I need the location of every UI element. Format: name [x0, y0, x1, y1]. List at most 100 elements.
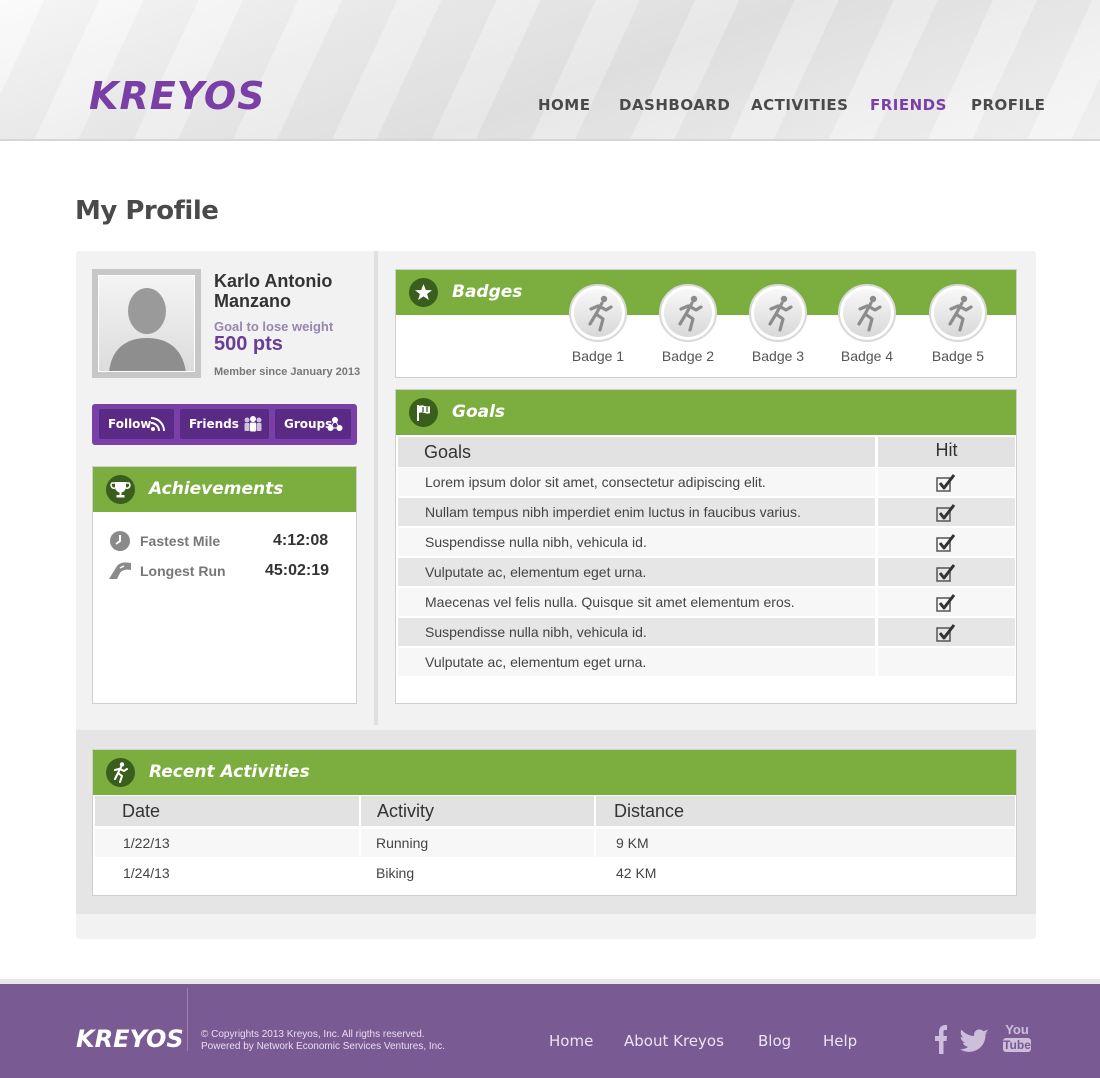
follow-button[interactable]: Follow [99, 409, 174, 439]
runner-badge-icon [659, 284, 717, 342]
badge-label: Badge 5 [931, 348, 985, 364]
goal-row: Suspendisse nulla nibh, vehicula id. [398, 618, 1015, 648]
twitter-icon[interactable] [960, 1024, 990, 1054]
footer-logo[interactable]: KREYOS [76, 1025, 184, 1053]
profile-goal: Goal to lose weight [214, 319, 334, 334]
checkbox-checked-icon [936, 474, 956, 492]
footer-copyright: © Copyrights 2013 Kreyos, Inc. All rigth… [201, 1029, 445, 1053]
clock-icon [110, 531, 130, 551]
recent-activities-header: Recent Activities [93, 750, 1016, 795]
goal-text: Suspendisse nulla nibh, vehicula id. [398, 618, 875, 646]
checkbox-checked-icon [936, 564, 956, 582]
facebook-icon[interactable] [934, 1024, 948, 1054]
copyright-text: © Copyrights 2013 Kreyos, Inc. All rigth… [201, 1029, 425, 1040]
nav-friends[interactable]: FRIENDS [870, 96, 947, 114]
avatar-silhouette-icon [98, 275, 195, 372]
activity-distance: 42 KM [596, 859, 1015, 887]
goal-text: Vulputate ac, elementum eget urna. [398, 648, 875, 676]
checkbox-checked-icon [936, 534, 956, 552]
runner-badge-icon [749, 284, 807, 342]
groups-button[interactable]: Groups [275, 409, 351, 439]
goal-text: Vulputate ac, elementum eget urna. [398, 558, 875, 586]
badge-item[interactable]: Badge 4 [837, 284, 897, 364]
star-badge-icon [409, 278, 438, 307]
goal-text: Maecenas vel felis nulla. Quisque sit am… [398, 588, 875, 616]
site-header: KREYOS HOME DASHBOARD ACTIVITIES FRIENDS… [0, 0, 1100, 141]
goal-row: Lorem ipsum dolor sit amet, consectetur … [398, 468, 1015, 498]
page-title: My Profile [75, 196, 219, 226]
friends-icon [244, 416, 262, 432]
hit-column-header: Hit [878, 437, 1015, 467]
achievements-title: Achievements [149, 479, 284, 499]
goal-hit-cell [878, 648, 1015, 676]
nav-profile[interactable]: PROFILE [971, 96, 1045, 114]
goal-row: Maecenas vel felis nulla. Quisque sit am… [398, 588, 1015, 618]
footer-link-help[interactable]: Help [823, 1032, 857, 1050]
profile-name: Karlo Antonio Manzano [214, 271, 333, 311]
goals-title: Goals [452, 402, 506, 422]
badges-box: Badges Badge 1 Badge 2 Badge 3 Badge 4 Badge… [395, 269, 1017, 378]
achievement-label: Fastest Mile [140, 533, 221, 549]
goals-column-header: Goals [398, 437, 875, 467]
avatar [92, 269, 201, 378]
recent-activities-title: Recent Activities [149, 762, 310, 782]
runner-badge-icon [838, 284, 896, 342]
groups-label: Groups [284, 417, 333, 431]
runner-badge-icon [929, 284, 987, 342]
badge-item[interactable]: Badge 1 [568, 284, 628, 364]
runner-icon [106, 758, 135, 787]
activity-date: 1/22/13 [95, 829, 359, 857]
column-divider [374, 251, 378, 725]
activity-type: Biking [361, 859, 594, 887]
activity-column-header: Activity [361, 796, 594, 826]
nav-home[interactable]: HOME [538, 96, 590, 114]
badge-item[interactable]: Badge 3 [748, 284, 808, 364]
profile-points: 500 pts [214, 333, 283, 355]
badges-title: Badges [452, 282, 523, 302]
profile-actions: Follow Friends Groups [92, 404, 357, 445]
badge-label: Badge 1 [571, 348, 625, 364]
goal-row: Suspendisse nulla nibh, vehicula id. [398, 528, 1015, 558]
checkbox-checked-icon [936, 624, 956, 642]
powered-by-text: Powered by Network Economic Services Ven… [201, 1041, 445, 1052]
badge-item[interactable]: Badge 5 [928, 284, 988, 364]
badge-item[interactable]: Badge 2 [658, 284, 718, 364]
footer-link-blog[interactable]: Blog [758, 1032, 791, 1050]
youtube-you-text: You [1005, 1022, 1029, 1037]
trophy-icon [106, 475, 135, 504]
achievement-value: 4:12:08 [273, 532, 329, 549]
member-since: Member since January 2013 [214, 366, 361, 378]
friends-label: Friends [189, 417, 239, 431]
nav-dashboard[interactable]: DASHBOARD [619, 96, 730, 114]
footer-link-about[interactable]: About Kreyos [624, 1032, 724, 1050]
achievement-value: 45:02:19 [265, 562, 330, 579]
goal-text: Nullam tempus nibh imperdiet enim luctus… [398, 498, 875, 526]
goals-header: Goals [396, 390, 1016, 435]
badge-label: Badge 3 [751, 348, 805, 364]
friends-button[interactable]: Friends [180, 409, 269, 439]
goals-box: Goals Goals Hit Lorem ipsum dolor sit am… [395, 389, 1017, 704]
achievement-label: Longest Run [140, 563, 226, 579]
footer-link-home[interactable]: Home [549, 1032, 593, 1050]
main-nav: HOME DASHBOARD ACTIVITIES FRIENDS PROFIL… [0, 96, 1100, 116]
badge-label: Badge 4 [840, 348, 894, 364]
activity-date: 1/24/13 [95, 859, 359, 887]
youtube-tube-text: Tube [1003, 1038, 1031, 1052]
goal-hit-cell [878, 558, 1015, 586]
checkbox-checked-icon [936, 504, 956, 522]
goal-row: Nullam tempus nibh imperdiet enim luctus… [398, 498, 1015, 528]
date-column-header: Date [95, 796, 359, 826]
rss-icon [150, 417, 165, 432]
goal-row: Vulputate ac, elementum eget urna. [398, 648, 1015, 678]
goal-hit-cell [878, 588, 1015, 616]
runner-badge-icon [569, 284, 627, 342]
youtube-icon[interactable]: You Tube [1003, 1022, 1031, 1054]
nav-activities[interactable]: ACTIVITIES [751, 96, 848, 114]
flag-icon [409, 398, 438, 427]
goal-hit-cell [878, 468, 1015, 496]
site-footer: KREYOS © Copyrights 2013 Kreyos, Inc. Al… [0, 979, 1100, 1078]
goal-text: Lorem ipsum dolor sit amet, consectetur … [398, 468, 875, 496]
groups-icon [327, 417, 343, 431]
badge-label: Badge 2 [661, 348, 715, 364]
goal-row: Vulputate ac, elementum eget urna. [398, 558, 1015, 588]
